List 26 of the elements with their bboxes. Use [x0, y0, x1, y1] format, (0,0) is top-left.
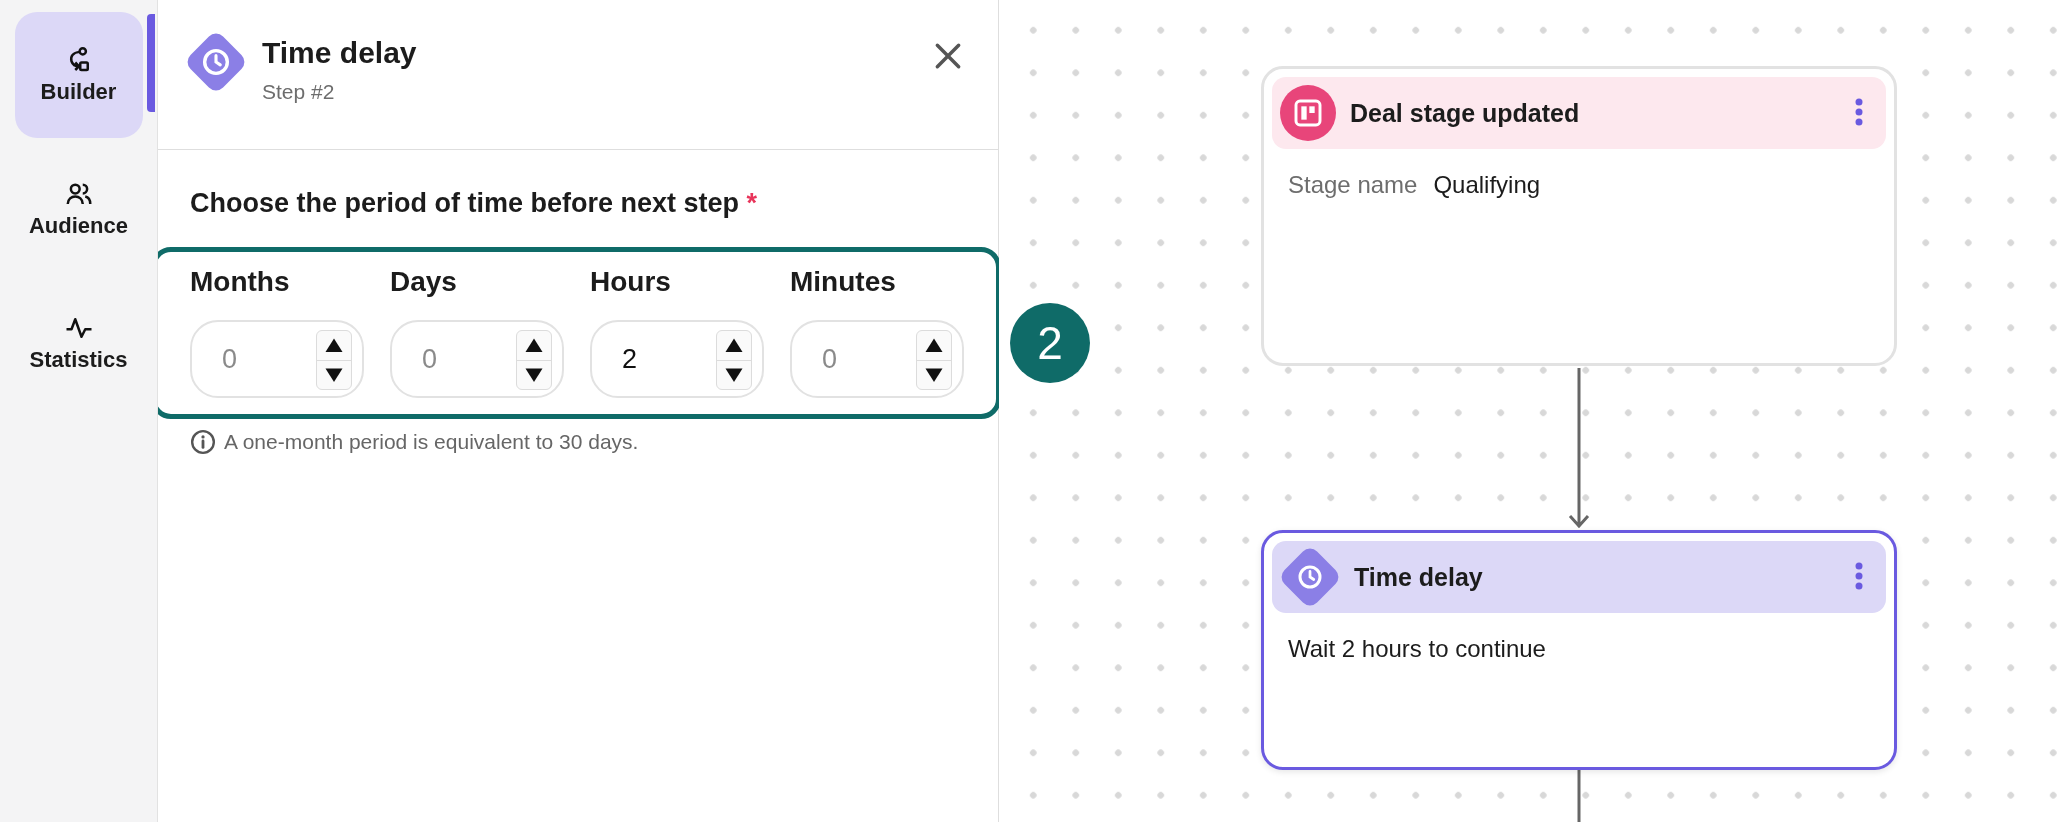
info-text: A one-month period is equivalent to 30 days. — [224, 430, 639, 454]
node-title: Time delay — [1354, 562, 1484, 592]
sidebar-item[interactable]: Statistics — [14, 280, 143, 406]
panel-title: Time delay — [262, 36, 418, 70]
sidebar-item[interactable]: Builder — [14, 12, 143, 138]
step-label: Step #2 — [262, 80, 336, 104]
clock-icon — [1280, 547, 1340, 607]
field-label: Hours — [590, 266, 672, 298]
spin-button[interactable] — [516, 330, 552, 390]
spin-button[interactable] — [716, 330, 752, 390]
spin-button[interactable] — [916, 330, 952, 390]
connector-line — [1577, 770, 1581, 822]
node-description: Wait 2 hours to continue — [1288, 635, 1546, 663]
field-label: Months — [190, 266, 291, 298]
board-icon — [1280, 85, 1336, 141]
workflow-node[interactable]: Deal stage updated Stage name Qualifying — [1261, 66, 1897, 366]
question-label: Choose the period of time before next step * — [190, 188, 759, 219]
spin-button[interactable] — [316, 330, 352, 390]
field-label: Days — [390, 266, 458, 298]
field-label: Minutes — [790, 266, 897, 298]
node-title: Deal stage updated — [1350, 98, 1581, 128]
workflow-node[interactable]: Time delay Wait 2 hours to continue — [1261, 530, 1897, 770]
info-icon — [190, 429, 216, 455]
detail-label: Stage name — [1288, 171, 1418, 199]
sidebar-item[interactable]: Audience — [14, 146, 143, 272]
detail-value: Qualifying — [1433, 171, 1541, 199]
